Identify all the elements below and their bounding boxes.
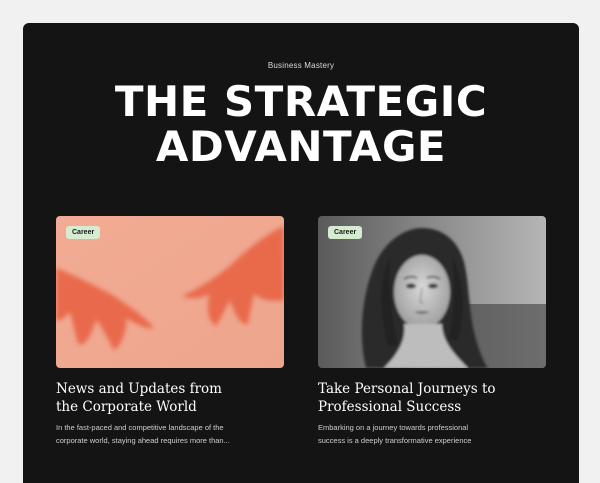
headline-line-2: ADVANTAGE xyxy=(155,122,447,171)
article-excerpt-line-2: corporate world, staying ahead requires … xyxy=(56,435,230,445)
article-card-corporate-news[interactable]: Career News and Updates from the Corpora… xyxy=(56,216,284,447)
headline-line-1: THE STRATEGIC xyxy=(114,77,488,126)
article-card-personal-journeys[interactable]: Career Take Personal Journeys to Profess… xyxy=(318,216,546,447)
article-title[interactable]: News and Updates from the Corporate Worl… xyxy=(56,380,284,416)
article-title-line-2: Professional Success xyxy=(318,399,462,415)
section-eyebrow: Business Mastery xyxy=(267,61,335,70)
article-excerpt: Embarking on a journey towards professio… xyxy=(318,422,546,447)
article-excerpt-line-1: In the fast-paced and competitive landsc… xyxy=(56,423,224,432)
article-thumbnail-hands[interactable]: Career xyxy=(56,216,284,368)
blog-section: Business Mastery THE STRATEGIC ADVANTAGE xyxy=(23,23,579,483)
article-excerpt: In the fast-paced and competitive landsc… xyxy=(56,422,284,447)
section-headline: THE STRATEGIC ADVANTAGE xyxy=(23,79,579,169)
article-title[interactable]: Take Personal Journeys to Professional S… xyxy=(318,380,546,416)
category-badge[interactable]: Career xyxy=(328,226,363,239)
category-badge[interactable]: Career xyxy=(66,226,101,239)
article-title-line-1: Take Personal Journeys to xyxy=(318,381,496,397)
article-thumbnail-portrait[interactable]: Career xyxy=(318,216,546,368)
article-excerpt-line-2: success is a deeply transformative exper… xyxy=(318,435,472,445)
article-title-line-1: News and Updates from xyxy=(56,381,222,397)
article-excerpt-line-1: Embarking on a journey towards professio… xyxy=(318,423,469,432)
article-title-line-2: the Corporate World xyxy=(56,399,197,415)
